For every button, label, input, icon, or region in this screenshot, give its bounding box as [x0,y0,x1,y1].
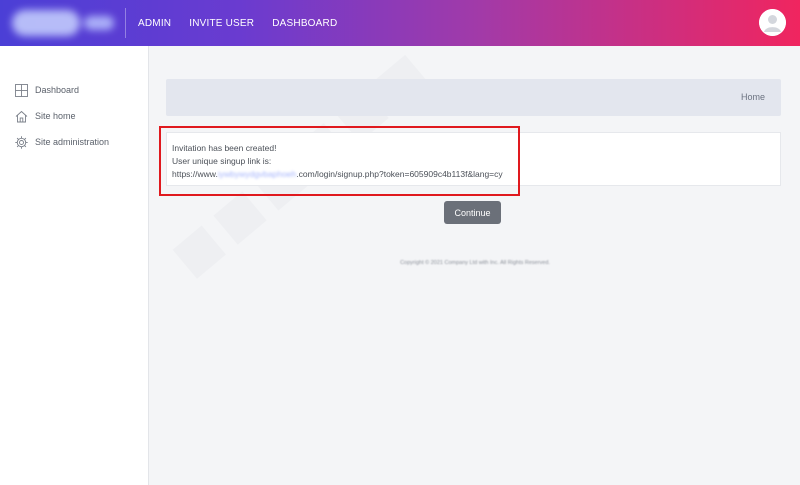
dashboard-icon [15,83,28,97]
sidebar-item-label: Site home [35,111,76,121]
breadcrumb-home-link[interactable]: Home [741,92,765,102]
highlight-box [159,126,520,196]
breadcrumb: Home [166,79,781,116]
sidebar-item-dashboard[interactable]: Dashboard [15,82,79,98]
main-nav: ADMIN INVITE USER DASHBOARD [138,0,337,46]
site-logo[interactable] [8,6,118,40]
sidebar-item-site-administration[interactable]: Site administration [15,134,109,150]
nav-invite-user-link[interactable]: INVITE USER [189,18,254,29]
sidebar-item-label: Site administration [35,137,110,147]
user-avatar[interactable] [759,9,786,36]
top-navbar: ADMIN INVITE USER DASHBOARD [0,0,800,46]
sidebar-item-label: Dashboard [35,85,80,95]
logo-divider [125,8,126,38]
footer-copyright: Copyright © 2021 Company Ltd with Inc. A… [400,260,550,266]
sidebar-item-site-home[interactable]: Site home [15,108,76,124]
home-icon [15,110,28,123]
nav-admin-link[interactable]: ADMIN [138,18,171,29]
continue-button[interactable]: Continue [444,201,501,224]
sidebar: Dashboard Site home Site administration [0,46,149,485]
nav-dashboard-link[interactable]: DASHBOARD [272,18,337,29]
gear-icon [15,135,28,149]
